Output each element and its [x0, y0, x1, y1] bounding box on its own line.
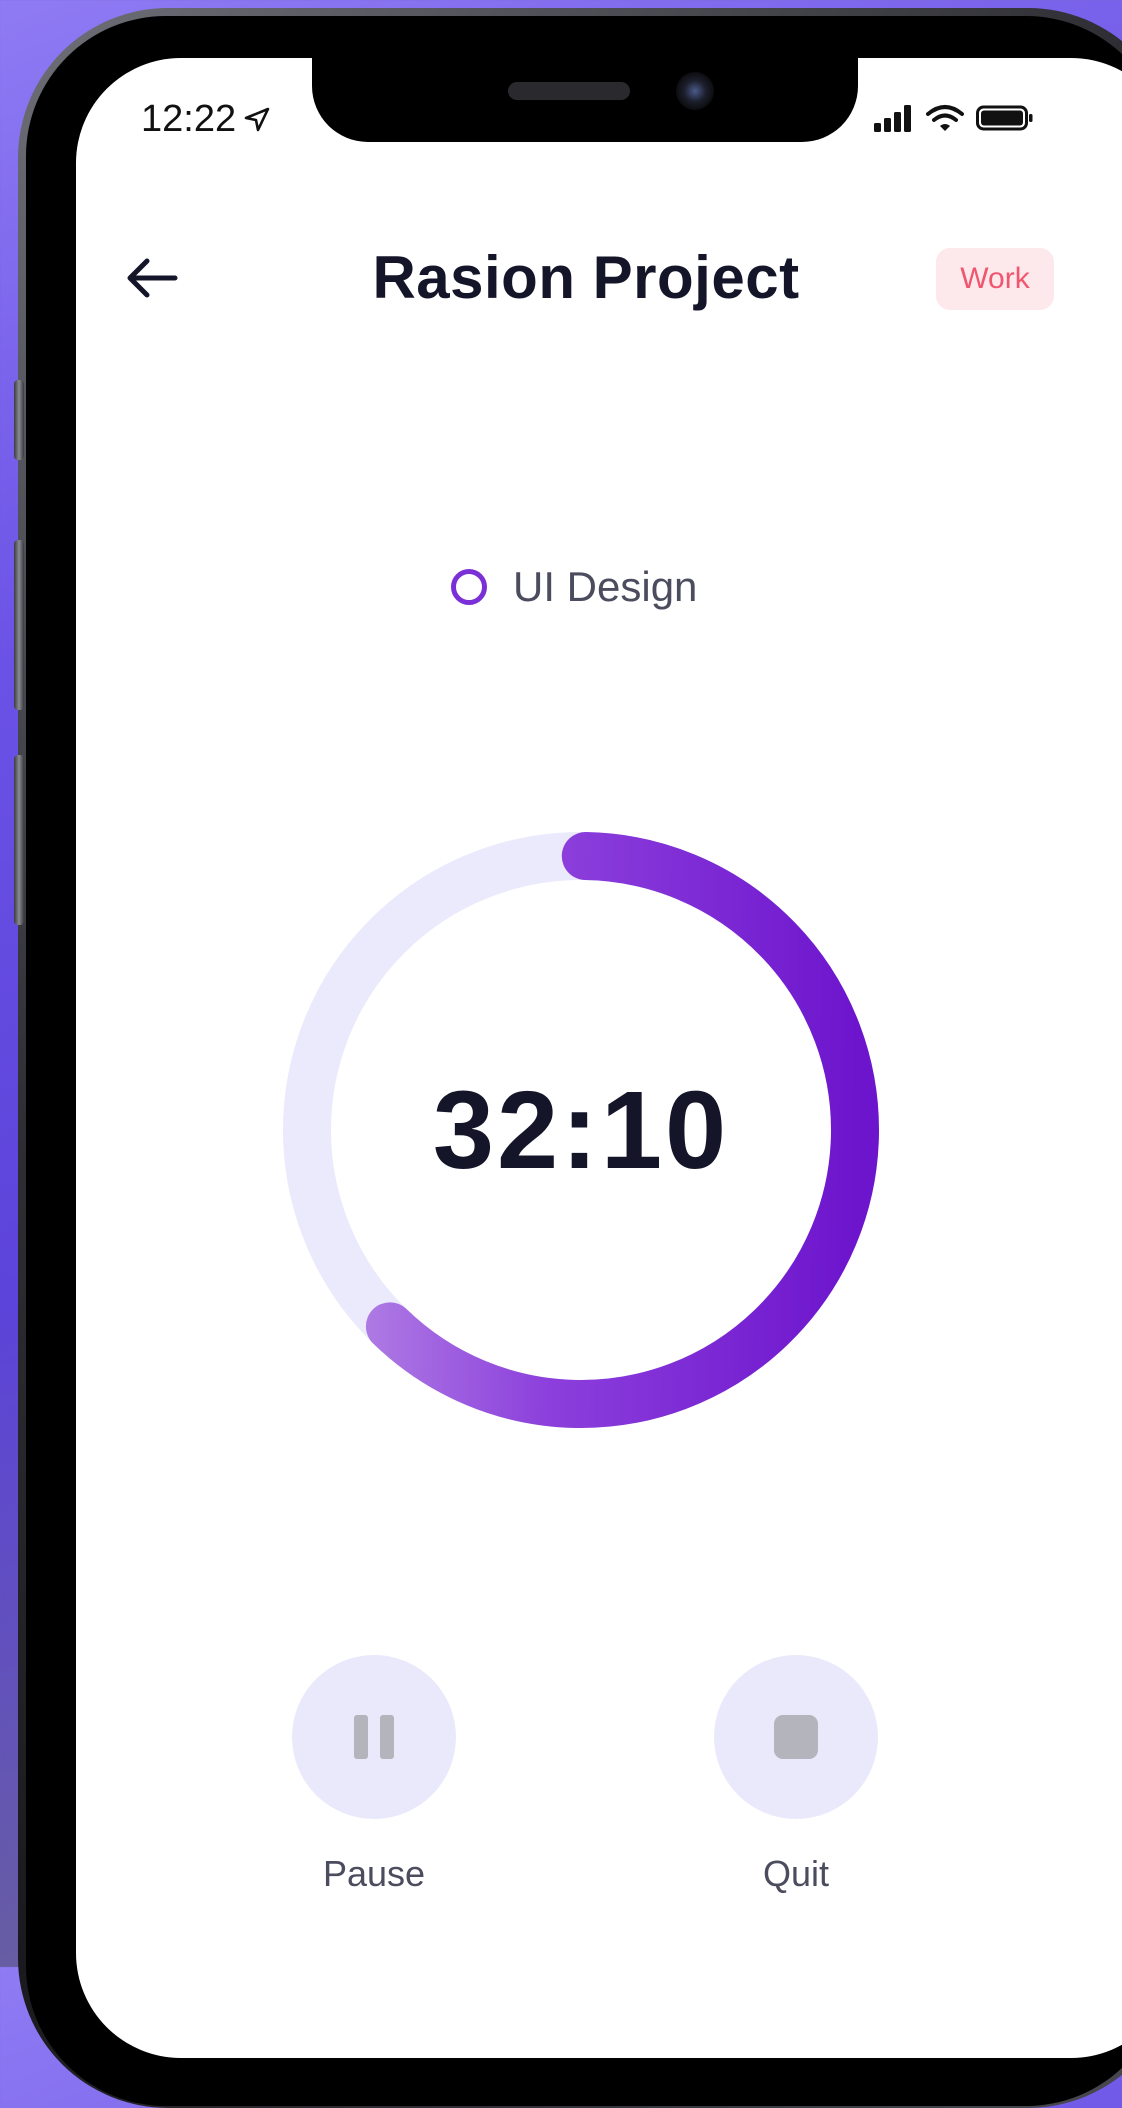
earpiece-speaker — [508, 82, 630, 100]
task-label: UI Design — [513, 563, 698, 610]
pause-icon — [354, 1715, 394, 1759]
task-status-dot — [451, 569, 487, 605]
pause-label: Pause — [322, 1853, 426, 1894]
category-badge[interactable]: Work — [936, 248, 1054, 310]
timer-ring: 32:10 — [281, 830, 881, 1430]
current-task: UI Design — [451, 563, 697, 611]
quit-label: Quit — [762, 1853, 830, 1894]
status-time-label: 12:22 — [141, 98, 237, 140]
pause-button[interactable] — [292, 1655, 456, 1819]
wifi-icon — [926, 105, 964, 131]
battery-icon — [976, 105, 1033, 131]
status-icons — [874, 104, 1034, 132]
signal-icon — [874, 105, 911, 132]
status-time: 12:22 — [141, 98, 270, 141]
front-camera — [676, 72, 714, 110]
timer-display: 32:10 — [432, 1068, 730, 1192]
location-arrow-icon — [244, 107, 270, 131]
stop-icon — [774, 1715, 818, 1759]
volume-down-button — [14, 755, 24, 925]
quit-button[interactable] — [714, 1655, 878, 1819]
notch — [312, 58, 858, 142]
app-screen: 12:22 Rasion Project Work UI Design 32:1… — [76, 58, 1122, 2058]
mute-switch — [14, 380, 24, 460]
volume-up-button — [14, 540, 24, 710]
